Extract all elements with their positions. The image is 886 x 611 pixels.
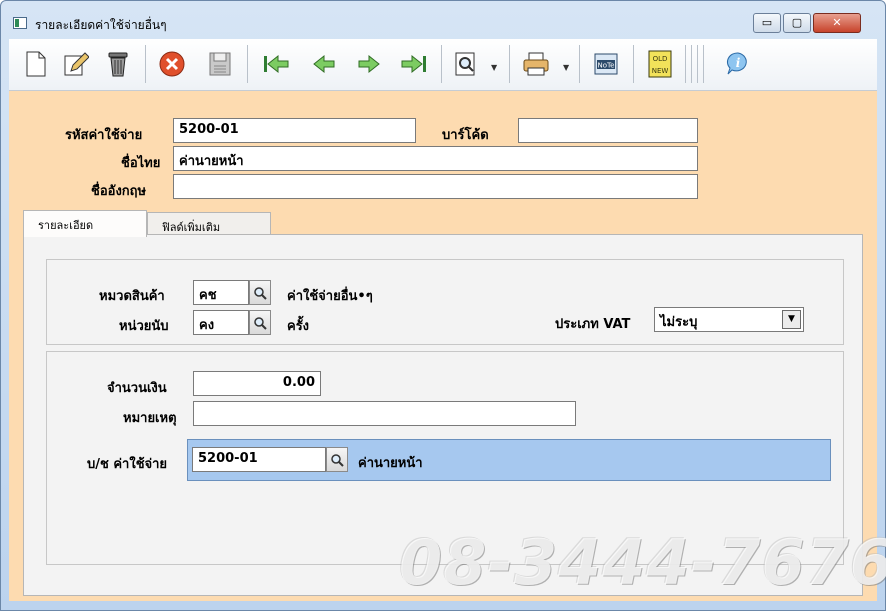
account-search-icon[interactable] — [326, 447, 348, 472]
thai-name-field[interactable]: ค่านายหน้า — [173, 146, 698, 171]
window-title: รายละเอียดค่าใช้จ่ายอื่นๆ — [35, 18, 167, 32]
eng-name-label: ชื่ออังกฤษ — [91, 184, 147, 199]
phone-watermark: 08-3444-7676 — [399, 526, 886, 599]
tab-details[interactable]: รายละเอียด — [23, 210, 147, 237]
unit-code-field[interactable]: คง — [193, 310, 249, 335]
svg-text:OLD: OLD — [653, 55, 668, 63]
new-doc-icon[interactable] — [21, 49, 51, 79]
toolbar: ▼ ▼ NoTe OLD NEW i — [9, 39, 877, 91]
close-button[interactable]: ✕ — [813, 13, 861, 33]
vat-label: ประเภท VAT — [555, 317, 631, 332]
code-label: รหัสค่าใช้จ่าย — [65, 128, 143, 143]
toolbar-separator — [247, 45, 248, 83]
code-field[interactable]: 5200-01 — [173, 118, 416, 143]
minimize-button[interactable]: ▭ — [753, 13, 781, 33]
toolbar-separator — [579, 45, 580, 83]
note-icon[interactable]: NoTe — [591, 49, 621, 79]
unit-search-icon[interactable] — [249, 310, 271, 335]
print-icon[interactable] — [521, 49, 551, 79]
product-group: หมวดสินค้า คช ค่าใช้จ่ายอื่น•ๆ หน่วยนับ … — [46, 259, 844, 345]
toolbar-separator — [703, 45, 704, 83]
account-row: 5200-01 ค่านายหน้า — [187, 439, 831, 481]
print-dropdown-arrow-icon[interactable]: ▼ — [563, 63, 569, 72]
first-record-icon[interactable] — [261, 49, 291, 79]
toolbar-separator — [633, 45, 634, 83]
barcode-label: บาร์โค้ด — [442, 128, 489, 143]
toolbar-separator — [145, 45, 146, 83]
toolbar-separator — [685, 45, 686, 83]
vat-selected-value: ไม่ระบุ — [660, 315, 698, 330]
edit-icon[interactable] — [61, 49, 91, 79]
account-desc: ค่านายหน้า — [358, 456, 423, 471]
toolbar-separator — [697, 45, 698, 83]
toolbar-separator — [509, 45, 510, 83]
amount-field[interactable]: 0.00 — [193, 371, 321, 396]
tab-extra-fields[interactable]: ฟิลด์เพิ่มเติม — [147, 212, 271, 235]
category-search-icon[interactable] — [249, 280, 271, 305]
toolbar-separator — [441, 45, 442, 83]
svg-text:i: i — [736, 56, 741, 70]
delete-trash-icon[interactable] — [103, 49, 133, 79]
cancel-icon[interactable] — [157, 49, 187, 79]
unit-desc: ครั้ง — [287, 319, 310, 334]
old-new-icon[interactable]: OLD NEW — [645, 49, 675, 79]
app-icon — [13, 17, 27, 29]
form-area: รหัสค่าใช้จ่าย 5200-01 บาร์โค้ด ชื่อไทย … — [9, 91, 877, 601]
search-doc-icon[interactable] — [451, 49, 481, 79]
app-window: รายละเอียดค่าใช้จ่ายอื่นๆ ▭ ▢ ✕ ▼ ▼ NoTe… — [0, 0, 886, 611]
account-code-field[interactable]: 5200-01 — [192, 447, 326, 472]
svg-text:NEW: NEW — [652, 67, 669, 75]
vat-select[interactable]: ไม่ระบุ ▼ — [654, 307, 804, 332]
toolbar-separator — [691, 45, 692, 83]
category-code-field[interactable]: คช — [193, 280, 249, 305]
tab-strip: รายละเอียด ฟิลด์เพิ่มเติม — [23, 210, 863, 237]
last-record-icon[interactable] — [399, 49, 429, 79]
search-dropdown-arrow-icon[interactable]: ▼ — [491, 63, 497, 72]
amount-label: จำนวนเงิน — [107, 381, 167, 396]
thai-name-label: ชื่อไทย — [121, 156, 161, 171]
title-bar[interactable]: รายละเอียดค่าใช้จ่ายอื่นๆ ▭ ▢ ✕ — [1, 1, 885, 35]
account-label: บ/ช ค่าใช้จ่าย — [87, 457, 168, 472]
prev-record-icon[interactable] — [309, 49, 339, 79]
next-record-icon[interactable] — [354, 49, 384, 79]
unit-label: หน่วยนับ — [119, 319, 169, 334]
eng-name-field[interactable] — [173, 174, 698, 199]
info-icon[interactable]: i — [723, 49, 753, 79]
svg-text:NoTe: NoTe — [598, 62, 615, 70]
chevron-down-icon[interactable]: ▼ — [782, 310, 801, 329]
remark-field[interactable] — [193, 401, 576, 426]
category-desc: ค่าใช้จ่ายอื่น•ๆ — [287, 289, 373, 304]
remark-label: หมายเหตุ — [123, 411, 177, 426]
category-label: หมวดสินค้า — [99, 289, 165, 304]
maximize-button[interactable]: ▢ — [783, 13, 811, 33]
save-disk-icon[interactable] — [205, 49, 235, 79]
barcode-field[interactable] — [518, 118, 698, 143]
